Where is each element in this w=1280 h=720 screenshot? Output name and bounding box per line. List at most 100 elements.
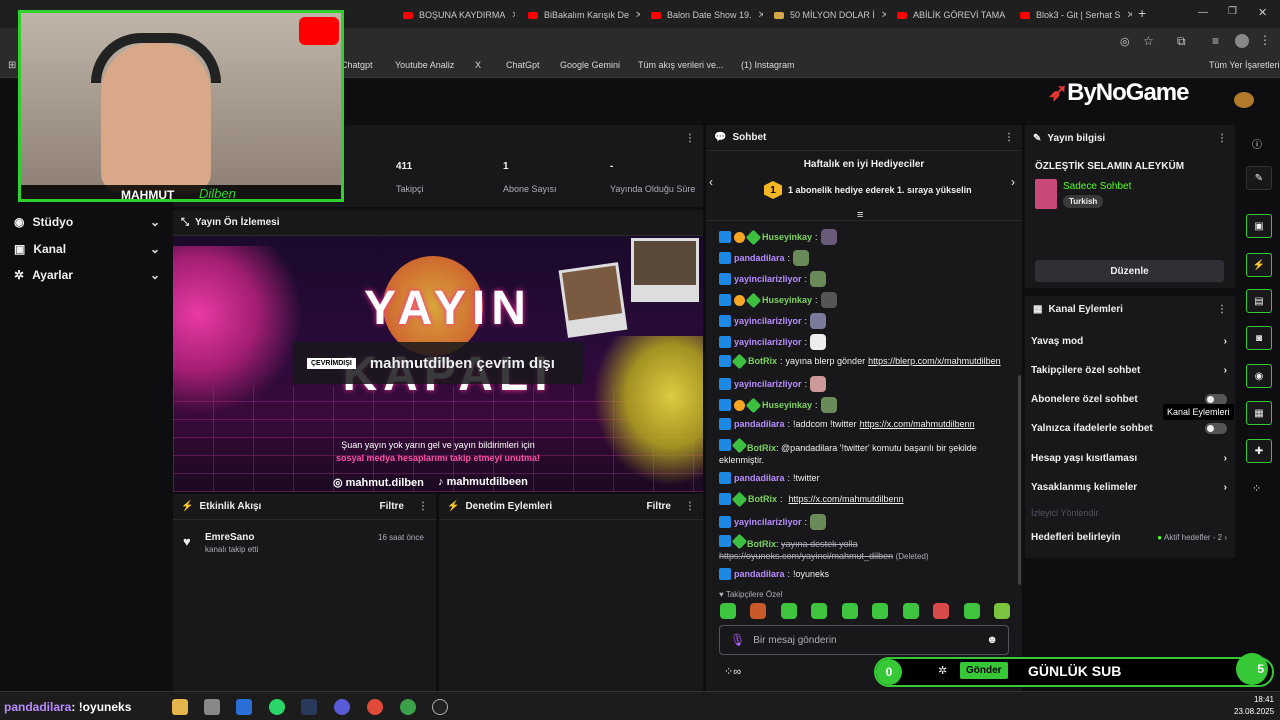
filter-button[interactable]: Filtre — [380, 501, 404, 512]
close-window-icon[interactable]: ✕ — [1258, 6, 1267, 19]
all-bookmarks[interactable]: Tüm Yer İşaretleri — [1209, 60, 1280, 70]
more-tools-icon[interactable]: ⁘ — [1252, 482, 1261, 495]
emote-icon[interactable] — [841, 603, 858, 619]
sidebar-item-channel[interactable]: ▣ Kanal ⌄ — [14, 242, 160, 256]
chat-settings-icon[interactable]: ⁘∞ — [724, 665, 741, 678]
browser-tab[interactable]: BiBakalım Karışık De ✕ — [520, 4, 640, 26]
chevron-right-icon[interactable]: › — [1011, 175, 1015, 189]
slow-mode-row[interactable]: Yavaş mod › — [1031, 336, 1227, 347]
chat-link[interactable]: https://blerp.com/x/mahmutdilben — [868, 356, 1001, 366]
chat-username[interactable]: BotRix — [747, 539, 776, 549]
file-explorer-icon[interactable] — [172, 699, 188, 715]
chat-username[interactable]: BotRix — [748, 494, 777, 504]
more-icon[interactable]: ⋮ — [685, 501, 695, 512]
outlook-icon[interactable] — [236, 699, 252, 715]
bookmark-item[interactable]: Youtube Analiz — [395, 60, 454, 70]
tag-badge[interactable]: Turkish — [1063, 195, 1104, 208]
bookmark-item[interactable]: Chatgpt — [341, 60, 373, 70]
chrome-profile-icon[interactable] — [400, 699, 416, 715]
chat-username[interactable]: pandadilara — [734, 419, 785, 429]
broadcast-button[interactable]: ◉ — [1246, 364, 1272, 388]
send-button[interactable]: Gönder — [960, 662, 1008, 679]
browser-tab[interactable]: Balon Date Show 19. ✕ — [643, 4, 763, 26]
chat-username[interactable]: yayincilarizliyor — [734, 517, 802, 527]
browser-tab[interactable]: BOŞUNA KAYDIRMA ✕ — [395, 4, 515, 26]
bookmark-item[interactable]: Google Gemini — [560, 60, 620, 70]
menu-icon[interactable]: ⋮ — [1259, 33, 1271, 47]
apps-icon[interactable]: ⊞ — [8, 60, 16, 71]
chat-username[interactable]: yayincilarizliyor — [734, 379, 802, 389]
more-icon[interactable]: ⋮ — [685, 133, 695, 144]
extensions-icon[interactable]: ⧉ — [1177, 34, 1186, 49]
emote-icon[interactable] — [993, 603, 1010, 619]
emote-only-toggle[interactable] — [1205, 423, 1227, 434]
gear-icon[interactable]: ✲ — [938, 664, 947, 677]
chat-link[interactable]: https://x.com/mahmutdilbenn — [789, 494, 904, 504]
collapse-icon[interactable]: ≡ — [857, 209, 863, 221]
user-avatar[interactable] — [1234, 92, 1254, 108]
new-tab-button[interactable]: + — [1138, 5, 1146, 21]
profile-avatar[interactable] — [1235, 34, 1249, 48]
media-icon[interactable]: ≡ — [1212, 34, 1219, 48]
notes-button[interactable]: ▤ — [1246, 289, 1272, 313]
chat-username[interactable]: pandadilara — [734, 473, 785, 483]
bookmark-item[interactable]: ChatGpt — [506, 60, 540, 70]
emote-icon[interactable] — [811, 603, 828, 619]
chat-input[interactable]: 🎙 Bir mesaj gönderin ☻ — [719, 625, 1009, 655]
eye-off-icon[interactable]: ◎ — [1120, 35, 1130, 48]
bookmark-item[interactable]: (1) Instagram — [741, 60, 795, 70]
close-icon[interactable]: ✕ — [1126, 10, 1132, 21]
steam-icon[interactable] — [301, 699, 317, 715]
star-icon[interactable]: ☆ — [1143, 34, 1154, 48]
chat-username[interactable]: Huseyinkay — [762, 295, 812, 305]
account-age-row[interactable]: Hesap yaşı kısıtlaması › — [1031, 453, 1227, 464]
bookmark-item[interactable]: X — [475, 60, 481, 70]
tools-button[interactable]: ✚ — [1246, 439, 1272, 463]
emote-icon[interactable] — [750, 603, 767, 619]
microphone-icon[interactable]: 🎙 — [730, 633, 745, 647]
pencil-tool-button[interactable]: ✎ — [1246, 166, 1272, 190]
browser-tab[interactable]: Blok3 - Git | Serhat S ✕ — [1012, 4, 1132, 26]
sidebar-item-settings[interactable]: ✲ Ayarlar ⌄ — [14, 268, 160, 282]
more-icon[interactable]: ⋮ — [1004, 132, 1014, 143]
clip-button[interactable]: ▣ — [1246, 214, 1272, 238]
browser-tab[interactable]: 50 MİLYON DOLAR İ ✕ — [766, 4, 886, 26]
filter-button[interactable]: Filtre — [647, 501, 671, 512]
close-icon[interactable]: ✕ — [635, 10, 640, 21]
close-icon[interactable]: ✕ — [881, 10, 886, 21]
quick-action-button[interactable]: ⚡ — [1246, 253, 1272, 277]
emoji-icon[interactable]: ☻ — [986, 634, 998, 646]
edit-button[interactable]: Düzenle — [1035, 260, 1224, 282]
minimize-icon[interactable]: — — [1198, 7, 1208, 18]
channel-actions-button[interactable]: ▦ — [1246, 401, 1272, 425]
chat-username[interactable]: yayincilarizliyor — [734, 337, 802, 347]
browser-tab[interactable]: ABİLİK GÖREVİ TAMA✕ — [889, 4, 1009, 26]
sidebar-item-studio[interactable]: ◉ Stüdyo ⌄ — [14, 215, 160, 229]
emote-icon[interactable] — [872, 603, 889, 619]
chat-username[interactable]: yayincilarizliyor — [734, 316, 802, 326]
goals-row[interactable]: Hedefleri belirleyin ● Aktif hedefler - 2… — [1031, 532, 1227, 543]
emote-icon[interactable] — [902, 603, 919, 619]
emote-icon[interactable] — [963, 603, 980, 619]
close-icon[interactable]: ✕ — [758, 10, 763, 21]
obs-icon[interactable] — [432, 699, 448, 715]
emote-icon[interactable] — [720, 603, 736, 619]
emote-icon[interactable] — [780, 603, 797, 619]
chat-username[interactable]: BotRix — [748, 356, 777, 366]
more-icon[interactable]: ⋮ — [1217, 133, 1227, 144]
chat-username[interactable]: BotRix — [747, 443, 776, 453]
chat-username[interactable]: pandadilara — [734, 569, 785, 579]
discord-icon[interactable] — [334, 699, 350, 715]
chat-username[interactable]: pandadilara — [734, 253, 785, 263]
chrome-icon[interactable] — [367, 699, 383, 715]
chat-tool-button[interactable]: ◙ — [1246, 326, 1272, 350]
info-icon[interactable]: ⓘ — [1252, 136, 1262, 151]
more-icon[interactable]: ⋮ — [1217, 304, 1227, 315]
whatsapp-icon[interactable] — [269, 699, 285, 715]
chat-link[interactable]: https://x.com/mahmutdilbenn — [860, 419, 975, 429]
store-icon[interactable] — [204, 699, 220, 715]
banned-words-row[interactable]: Yasaklanmış kelimeler › — [1031, 482, 1227, 493]
followers-only-row[interactable]: Takipçilere özel sohbet › — [1031, 365, 1227, 376]
chat-username[interactable]: yayincilarizliyor — [734, 274, 802, 284]
close-icon[interactable]: ✕ — [511, 10, 515, 21]
